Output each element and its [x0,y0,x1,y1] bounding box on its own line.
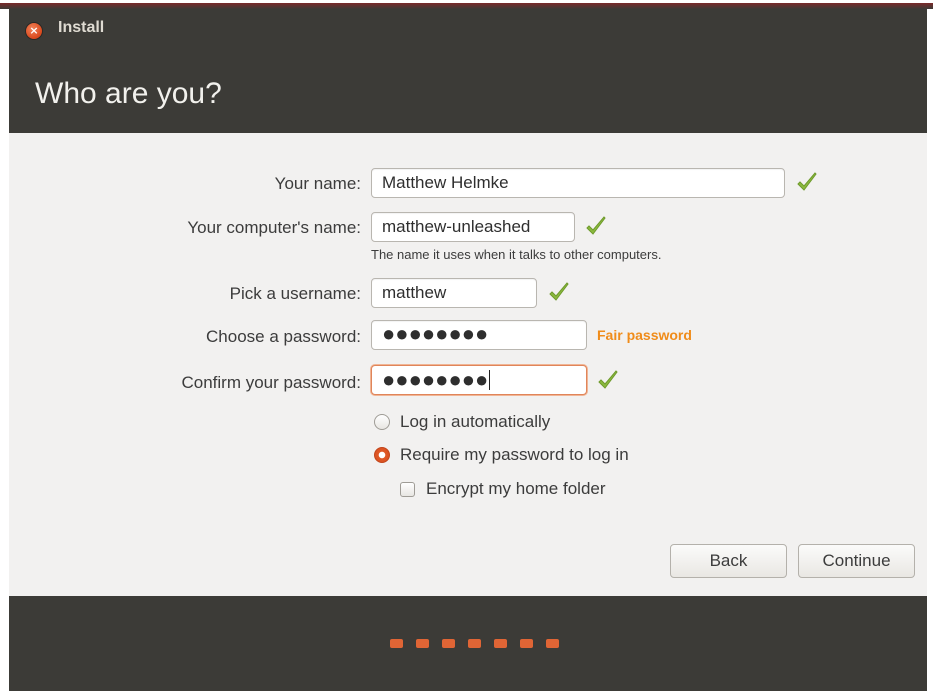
back-button[interactable]: Back [670,544,787,578]
confirm-password-mask: ●●●●●●●● [382,367,489,392]
require-password-radio[interactable] [374,447,390,463]
checkmark-icon [549,282,569,301]
auto-login-radio[interactable] [374,414,390,430]
username-label: Pick a username: [229,284,361,303]
encrypt-home-label: Encrypt my home folder [426,479,606,498]
computer-name-field[interactable]: matthew-unleashed [371,212,575,242]
progress-dot [390,639,403,648]
name-label: Your name: [274,174,361,193]
close-icon[interactable]: × [26,23,42,39]
page-title: Who are you? [35,77,222,110]
progress-dot [468,639,481,648]
text-caret [489,370,491,390]
checkmark-icon [598,370,618,389]
continue-button[interactable]: Continue [798,544,915,578]
name-field[interactable]: Matthew Helmke [371,168,785,198]
progress-footer [9,596,927,691]
checkmark-icon [797,172,817,191]
progress-dot [494,639,507,648]
require-password-option[interactable]: Require my password to log in [374,445,629,465]
computer-name-label: Your computer's name: [187,218,361,237]
auto-login-option[interactable]: Log in automatically [374,412,550,432]
user-form-panel: Your name: Matthew Helmke Your computer'… [9,133,927,596]
progress-dot [416,639,429,648]
progress-dots [390,639,559,648]
confirm-password-label: Confirm your password: [181,373,361,392]
progress-dot [546,639,559,648]
progress-dot [520,639,533,648]
screen-edge-right [927,0,933,691]
encrypt-home-option[interactable]: Encrypt my home folder [400,479,606,499]
progress-dot [442,639,455,648]
screen-edge-left [0,0,9,691]
checkmark-icon [586,216,606,235]
password-field[interactable]: ●●●●●●●● [371,320,587,350]
window-title: Install [58,19,105,36]
installer-window: × Install Who are you? Your name: Matthe… [9,9,927,691]
confirm-password-field[interactable]: ●●●●●●●● [371,365,587,395]
encrypt-home-checkbox[interactable] [400,481,415,497]
auto-login-label: Log in automatically [400,412,551,431]
titlebar: × Install [9,9,927,49]
password-label: Choose a password: [206,327,361,346]
heading-band: Who are you? [9,49,927,133]
username-field[interactable]: matthew [371,278,537,308]
screen-edge-top [0,0,933,9]
computer-name-hint: The name it uses when it talks to other … [371,247,662,262]
password-strength: Fair password [597,327,692,343]
require-password-label: Require my password to log in [400,445,629,464]
